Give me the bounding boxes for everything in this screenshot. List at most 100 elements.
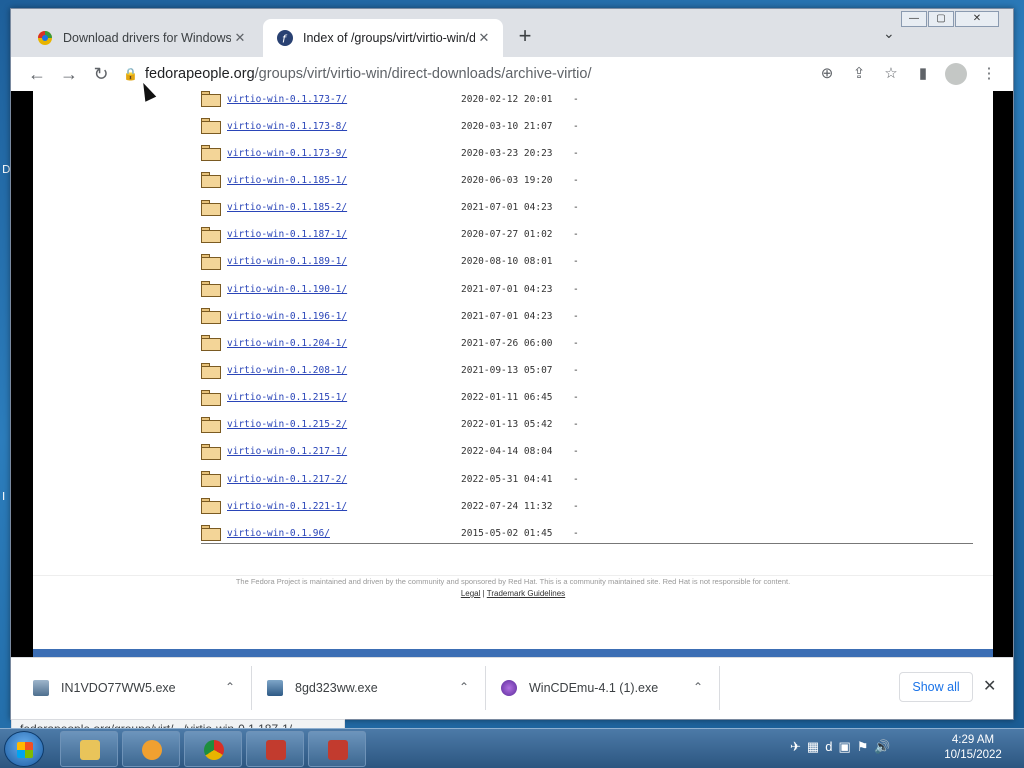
directory-row: virtio-win-0.1.187-1/2020-07-27 01:02 -	[201, 223, 579, 247]
directory-link[interactable]: virtio-win-0.1.173-9/	[227, 148, 461, 159]
setup-icon	[267, 680, 283, 696]
address-path: /groups/virt/virtio-win/direct-downloads…	[254, 66, 592, 82]
system-clock[interactable]: 4:29 AM 10/15/2022	[940, 733, 1006, 763]
footer-separator: |	[482, 589, 485, 598]
reload-button[interactable]: ↻	[85, 59, 117, 89]
chevron-up-icon[interactable]: ⌃	[459, 680, 469, 694]
directory-link[interactable]: virtio-win-0.1.204-1/	[227, 338, 461, 349]
download-item[interactable]: 8gd323ww.exe ⌃	[267, 668, 481, 708]
tab-index-of-virtio-win[interactable]: f Index of /groups/virt/virtio-win/d ✕	[263, 19, 503, 57]
folder-icon	[201, 362, 221, 379]
network-icon[interactable]: ▣	[838, 739, 850, 755]
fedora-icon: f	[277, 30, 293, 46]
page-viewport: virtio-win-0.1.173-7/2020-02-12 20:01- vi…	[11, 91, 1013, 739]
folder-icon	[201, 525, 221, 542]
minimize-button[interactable]: —	[901, 11, 927, 27]
directory-link[interactable]: virtio-win-0.1.221-1/	[227, 501, 461, 512]
modified-date: 2020-08-10 08:01	[461, 256, 553, 268]
file-size: -	[573, 337, 579, 349]
directory-link[interactable]: virtio-win-0.1.190-1/	[227, 284, 461, 295]
footer-links: Legal | Trademark Guidelines	[33, 589, 993, 598]
forward-button[interactable]: →	[53, 59, 85, 89]
tray-app-icon[interactable]: ✈	[790, 739, 801, 755]
toolbox-icon	[266, 740, 286, 760]
folder-icon	[201, 308, 221, 325]
tab-close-icon[interactable]: ✕	[231, 30, 249, 46]
directory-link[interactable]: virtio-win-0.1.196-1/	[227, 311, 461, 322]
file-size: -	[573, 446, 579, 458]
directory-link[interactable]: virtio-win-0.1.173-8/	[227, 121, 461, 132]
side-panel-icon[interactable]: ▮	[907, 59, 939, 89]
folder-icon	[201, 281, 221, 298]
file-size: -	[573, 229, 579, 241]
directory-row: virtio-win-0.1.173-8/2020-03-10 21:07 -	[201, 114, 579, 138]
new-tab-button[interactable]: +	[511, 23, 539, 51]
taskbar-app-2[interactable]	[308, 731, 366, 767]
download-filename: 8gd323ww.exe	[295, 681, 378, 695]
chrome-icon	[204, 740, 224, 760]
modified-date: 2022-07-24 11:32	[461, 500, 553, 512]
directory-link[interactable]: virtio-win-0.1.215-1/	[227, 392, 461, 403]
close-shelf-icon[interactable]: ✕	[983, 676, 996, 696]
directory-link[interactable]: virtio-win-0.1.187-1/	[227, 229, 461, 240]
file-size: -	[573, 147, 579, 159]
lock-icon[interactable]: 🔒	[123, 67, 138, 81]
taskbar-media-player[interactable]	[122, 731, 180, 767]
share-icon[interactable]: ⇪	[843, 59, 875, 89]
directory-row: virtio-win-0.1.185-1/2020-06-03 19:20 -	[201, 168, 579, 192]
directory-link[interactable]: virtio-win-0.1.208-1/	[227, 365, 461, 376]
action-center-flag-icon[interactable]: ⚑	[857, 739, 869, 755]
taskbar-app-1[interactable]	[246, 731, 304, 767]
modified-date: 2021-07-26 06:00	[461, 337, 553, 349]
start-button[interactable]	[4, 731, 44, 767]
tray-app-icon[interactable]: d	[825, 739, 832, 755]
directory-row: virtio-win-0.1.215-1/2022-01-11 06:45 -	[201, 386, 579, 410]
directory-link[interactable]: virtio-win-0.1.215-2/	[227, 419, 461, 430]
footer-divider	[33, 575, 993, 576]
show-all-button[interactable]: Show all	[899, 672, 973, 702]
tab-download-drivers[interactable]: Download drivers for Windows 7 ✕	[23, 19, 259, 57]
taskbar-chrome[interactable]	[184, 731, 242, 767]
modified-date: 2021-07-01 04:23	[461, 202, 553, 214]
directory-link[interactable]: virtio-win-0.1.96/	[227, 528, 461, 539]
folder-icon	[201, 471, 221, 488]
legal-link[interactable]: Legal	[461, 589, 481, 598]
file-size: -	[573, 202, 579, 214]
volume-icon[interactable]: 🔊	[874, 739, 890, 755]
bookmark-star-icon[interactable]: ☆	[875, 59, 907, 89]
folder-icon	[201, 226, 221, 243]
tab-close-icon[interactable]: ✕	[475, 30, 493, 46]
directory-link[interactable]: virtio-win-0.1.217-2/	[227, 474, 461, 485]
menu-kebab-icon[interactable]: ⋮	[973, 59, 1005, 89]
modified-date: 2022-04-14 08:04	[461, 446, 553, 458]
browser-window: Download drivers for Windows 7 ✕ f Index…	[10, 8, 1014, 739]
chevron-up-icon[interactable]: ⌃	[693, 680, 703, 694]
maximize-button[interactable]: ▢	[928, 11, 954, 27]
system-tray: ✈ ▦ d ▣ ⚑ 🔊	[790, 739, 891, 755]
download-item[interactable]: IN1VDO77WW5.exe ⌃	[33, 668, 247, 708]
folder-icon	[201, 416, 221, 433]
directory-link[interactable]: virtio-win-0.1.185-2/	[227, 202, 461, 213]
file-size: -	[573, 310, 579, 322]
back-button[interactable]: ←	[21, 59, 53, 89]
directory-link[interactable]: virtio-win-0.1.189-1/	[227, 256, 461, 267]
file-size: -	[573, 365, 579, 376]
chevron-up-icon[interactable]: ⌃	[225, 680, 235, 694]
address-bar[interactable]: 🔒 fedorapeople.org/groups/virt/virtio-wi…	[123, 60, 863, 88]
file-size: -	[573, 120, 579, 132]
installer-icon	[33, 680, 49, 696]
directory-link[interactable]: virtio-win-0.1.217-1/	[227, 446, 461, 457]
download-item[interactable]: WinCDEmu-4.1 (1).exe ⌃	[501, 668, 715, 708]
directory-link[interactable]: virtio-win-0.1.185-1/	[227, 175, 461, 186]
profile-avatar[interactable]	[945, 63, 967, 85]
tab-search-chevron-icon[interactable]: ⌄	[883, 25, 895, 42]
tray-app-icon[interactable]: ▦	[807, 739, 819, 755]
browser-toolbar: ← → ↻ 🔒 fedorapeople.org/groups/virt/vir…	[11, 57, 1013, 91]
close-window-button[interactable]: ✕	[955, 11, 999, 27]
trademark-guidelines-link[interactable]: Trademark Guidelines	[487, 589, 565, 598]
modified-date: 2020-03-10 21:07	[461, 120, 553, 132]
zoom-icon[interactable]: ⊕	[811, 59, 843, 89]
directory-row: virtio-win-0.1.190-1/2021-07-01 04:23 -	[201, 277, 579, 301]
directory-link[interactable]: virtio-win-0.1.173-7/	[227, 94, 461, 105]
taskbar-explorer[interactable]	[60, 731, 118, 767]
